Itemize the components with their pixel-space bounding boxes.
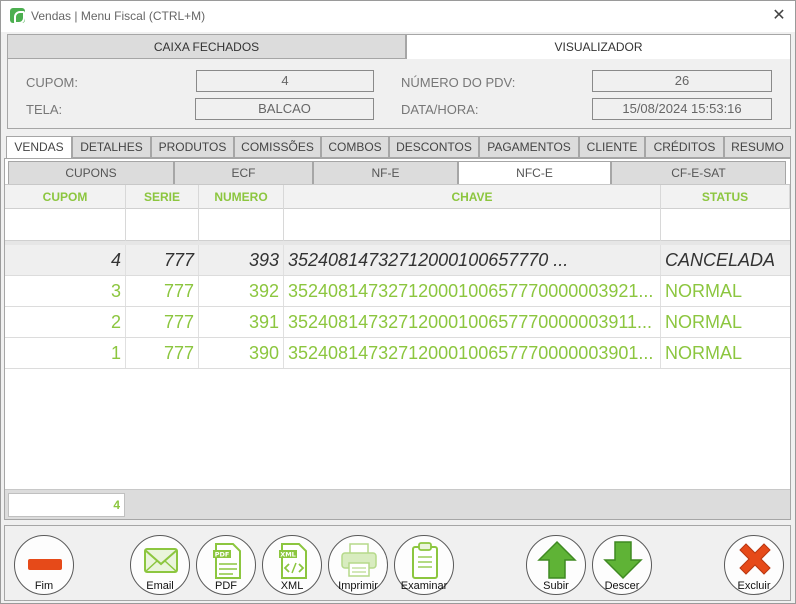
window: Vendas | Menu Fiscal (CTRL+M) ✕ CAIXA FE… [0, 0, 796, 604]
subtab-ecf[interactable]: ECF [174, 161, 313, 185]
tab-produtos[interactable]: PRODUTOS [151, 136, 234, 158]
imprimir-label: Imprimir [338, 580, 378, 592]
cupom-field: 4 [196, 70, 374, 92]
subtab-nf-e[interactable]: NF-E [313, 161, 458, 185]
cell-status: NORMAL [665, 343, 743, 363]
subir-label: Subir [543, 580, 569, 592]
tab-creditos[interactable]: CRÉDITOS [645, 136, 724, 158]
table-row[interactable]: 4 777 393 35240814732712000100657770 ...… [5, 245, 790, 276]
cell-status: CANCELADA [665, 250, 776, 270]
descer-button[interactable]: Descer [592, 535, 652, 595]
cell-status: NORMAL [665, 312, 743, 332]
column-header-numero[interactable]: NUMERO [199, 185, 284, 209]
cell-chave: 35240814732712000100657770 ... [284, 245, 661, 275]
tela-label: TELA: [26, 102, 63, 117]
cell-status: NORMAL [665, 281, 743, 301]
email-button[interactable]: Email [130, 535, 190, 595]
cell-serie: 777 [126, 276, 199, 306]
cell-cupom: 3 [5, 276, 126, 306]
descer-label: Descer [604, 580, 640, 592]
cell-cupom: 4 [5, 245, 126, 275]
svg-text:XML: XML [280, 551, 296, 559]
title-bar: Vendas | Menu Fiscal (CTRL+M) ✕ [1, 1, 795, 32]
cell-numero: 391 [199, 307, 284, 337]
cell-chave: 35240814732712000100657770000003901... [284, 338, 661, 368]
close-button[interactable]: ✕ [769, 6, 789, 26]
excluir-button[interactable]: Excluir [724, 535, 784, 595]
subir-button[interactable]: Subir [526, 535, 586, 595]
subtab-cupons[interactable]: CUPONS [8, 161, 174, 185]
cell-numero: 393 [199, 245, 284, 275]
xml-label: XML [280, 580, 304, 592]
examinar-label: Examinar [400, 580, 448, 592]
content-panel: CUPONS ECF NF-E NFC-E CF-E-SAT CUPOM SER… [4, 158, 791, 520]
pdf-button[interactable]: PDF PDF [196, 535, 256, 595]
main-tabs: VENDAS DETALHES PRODUTOS COMISSÕES COMBO… [6, 136, 791, 159]
filter-numero[interactable] [199, 209, 284, 241]
grid-header: CUPOM SERIE NUMERO CHAVE STATUS [5, 185, 790, 209]
cell-numero: 392 [199, 276, 284, 306]
tab-visualizador[interactable]: VISUALIZADOR [406, 34, 791, 59]
tab-vendas[interactable]: VENDAS [6, 136, 72, 159]
tab-caixa-fechados[interactable]: CAIXA FECHADOS [7, 34, 406, 59]
table-row[interactable]: 3 777 392 352408147327120001006577700000… [5, 276, 790, 307]
table-row[interactable]: 2 777 391 352408147327120001006577700000… [5, 307, 790, 338]
pdf-label: PDF [215, 580, 237, 592]
email-label: Email [146, 580, 174, 592]
tab-resumo[interactable]: RESUMO [724, 136, 791, 158]
filter-cupom[interactable] [5, 209, 126, 241]
examinar-button[interactable]: Examinar [394, 535, 454, 595]
pdv-field: 26 [592, 70, 772, 92]
imprimir-button[interactable]: Imprimir [328, 535, 388, 595]
filter-serie[interactable] [126, 209, 199, 241]
table-row[interactable]: 1 777 390 352408147327120001006577700000… [5, 338, 790, 369]
excluir-label: Excluir [737, 580, 771, 592]
column-header-cupom[interactable]: CUPOM [5, 185, 126, 209]
cell-numero: 390 [199, 338, 284, 368]
cell-cupom: 2 [5, 307, 126, 337]
fim-button[interactable]: Fim [14, 535, 74, 595]
cell-chave: 35240814732712000100657770000003911... [284, 307, 661, 337]
cell-cupom: 1 [5, 338, 126, 368]
tab-pagamentos[interactable]: PAGAMENTOS [479, 136, 579, 158]
filter-chave[interactable] [284, 209, 661, 241]
tab-detalhes[interactable]: DETALHES [72, 136, 151, 158]
nfce-grid: CUPOM SERIE NUMERO CHAVE STATUS 4 777 39… [5, 184, 790, 489]
grid-footer: 4 [5, 489, 790, 519]
window-title: Vendas | Menu Fiscal (CTRL+M) [31, 9, 206, 23]
tela-field: BALCAO [195, 98, 374, 120]
cupom-label: CUPOM: [26, 75, 78, 90]
svg-text:PDF: PDF [215, 551, 230, 559]
column-header-status[interactable]: STATUS [661, 185, 790, 209]
filter-status[interactable] [661, 209, 790, 241]
action-toolbar: Fim Email PDF PDF XML XML Imprimir Exami… [4, 525, 791, 601]
cell-serie: 777 [126, 245, 199, 275]
tab-descontos[interactable]: DESCONTOS [389, 136, 479, 158]
info-panel: CUPOM: 4 TELA: BALCAO NÚMERO DO PDV: 26 … [7, 59, 791, 129]
fim-label: Fim [34, 580, 54, 592]
tab-comissoes[interactable]: COMISSÕES [234, 136, 321, 158]
column-header-serie[interactable]: SERIE [126, 185, 199, 209]
sub-tabs: CUPONS ECF NF-E NFC-E CF-E-SAT [8, 161, 788, 187]
pdv-label: NÚMERO DO PDV: [401, 75, 516, 90]
top-tabs: CAIXA FECHADOS VISUALIZADOR [7, 34, 791, 59]
cell-chave: 35240814732712000100657770000003921... [284, 276, 661, 306]
column-header-chave[interactable]: CHAVE [284, 185, 661, 209]
cell-serie: 777 [126, 338, 199, 368]
tab-cliente[interactable]: CLIENTE [579, 136, 645, 158]
datahora-label: DATA/HORA: [401, 102, 479, 117]
cell-serie: 777 [126, 307, 199, 337]
filter-row [5, 209, 790, 241]
record-count: 4 [8, 493, 125, 517]
xml-button[interactable]: XML XML [262, 535, 322, 595]
app-logo-icon [10, 8, 25, 24]
subtab-cf-e-sat[interactable]: CF-E-SAT [611, 161, 786, 185]
datahora-field: 15/08/2024 15:53:16 [592, 98, 772, 120]
tab-combos[interactable]: COMBOS [321, 136, 389, 158]
